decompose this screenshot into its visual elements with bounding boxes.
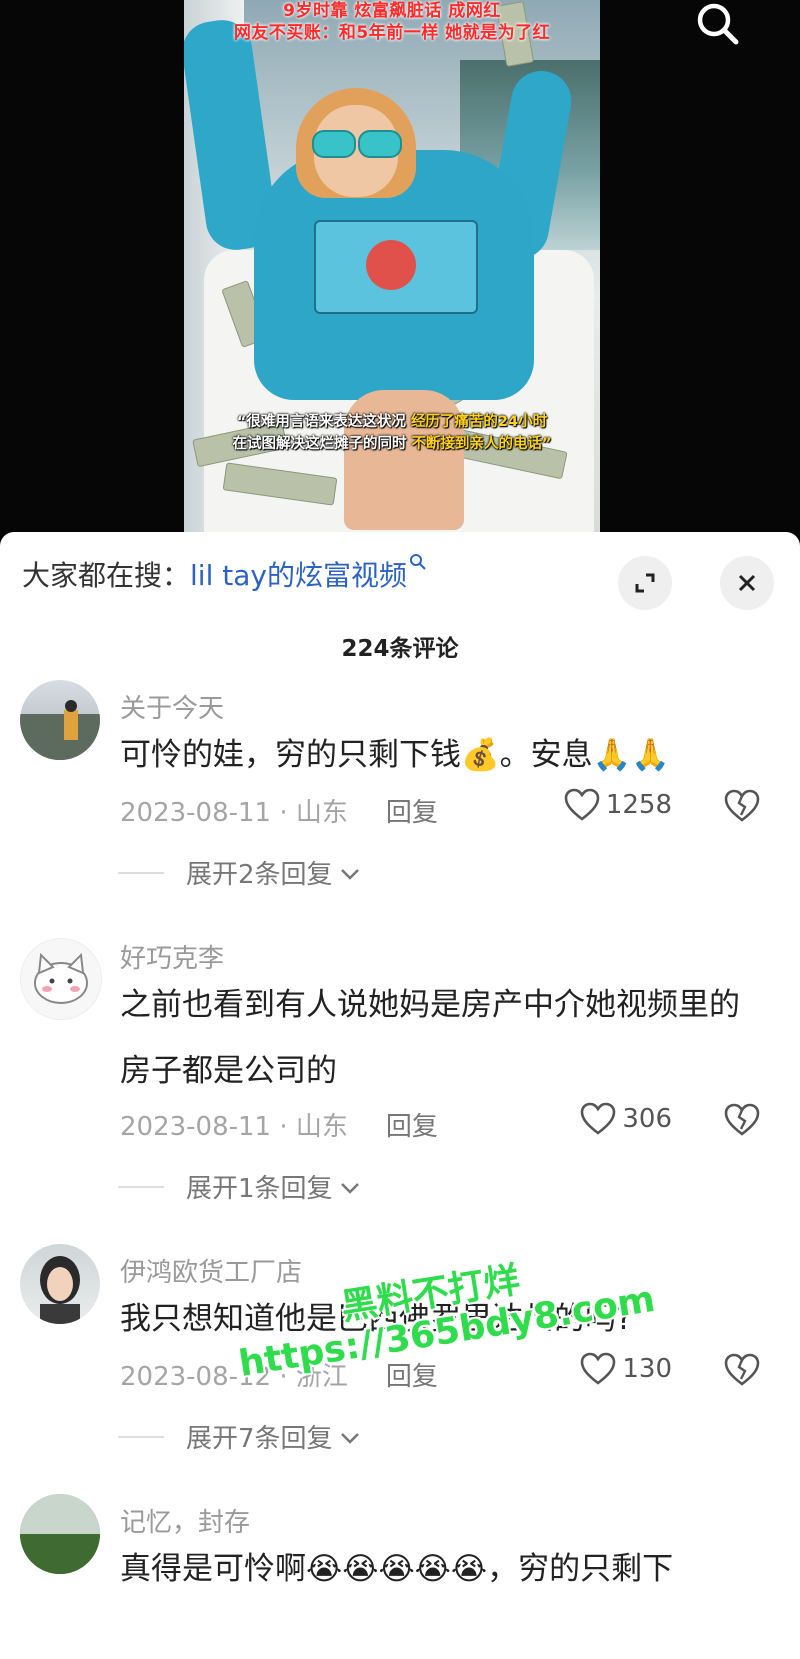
dislike-icon[interactable] <box>724 1352 760 1388</box>
expand-replies-label: 展开7条回复 <box>186 1424 333 1454</box>
hoodie-print <box>314 220 478 314</box>
expand-replies-button[interactable]: 展开7条回复 <box>118 1418 361 1455</box>
heart-icon <box>581 1102 616 1135</box>
comment-username[interactable]: 伊鸿欧货工厂店 <box>120 1252 302 1289</box>
heart-icon <box>581 1352 616 1385</box>
expand-replies-label: 展开1条回复 <box>186 1174 333 1204</box>
comment-date-location: 2023-08-11 · 山东 <box>120 1112 348 1142</box>
trending-search-query[interactable]: lil tay的炫富视频 <box>190 554 407 594</box>
avatar[interactable] <box>20 680 100 760</box>
like-button[interactable]: 130 <box>580 1352 672 1386</box>
dislike-icon[interactable] <box>724 788 760 824</box>
dislike-icon[interactable] <box>724 1102 760 1138</box>
divider-line <box>118 1185 164 1188</box>
like-count: 1258 <box>605 790 672 820</box>
close-icon[interactable] <box>720 556 774 610</box>
comment-date-location: 2023-08-11 · 山东 <box>120 798 348 828</box>
video-caption-line2: 在试图解决这烂摊子的同时 不断接到亲人的电话” <box>232 436 552 452</box>
reply-button[interactable]: 回复 <box>386 1106 438 1143</box>
sunglasses <box>312 130 402 158</box>
comment-meta: 2023-08-11 · 山东 回复 <box>120 1106 438 1143</box>
comment-text: 真得是可怜啊😭😭😭😭😭，穷的只剩下 <box>120 1551 674 1587</box>
video-caption-line1: “很难用言语来表达这状况 经历了痛苦的24小时 <box>236 414 548 430</box>
video-player[interactable]: 9岁时靠 炫富飙脏话 成网红 网友不买账：和5年前一样 她就是为了红 “很难用言… <box>0 0 800 535</box>
avatar[interactable] <box>20 938 102 1020</box>
reply-button[interactable]: 回复 <box>386 792 438 829</box>
heart-icon <box>564 788 600 821</box>
chevron-down-icon <box>339 1422 361 1452</box>
divider-line <box>118 871 164 874</box>
comment-text: 可怜的娃，穷的只剩下钱💰。安息🙏🙏 <box>120 737 670 773</box>
comment-count-title: 224条评论 <box>341 636 459 662</box>
search-icon[interactable] <box>690 0 746 48</box>
video-headline-line2: 网友不买账：和5年前一样 她就是为了红 <box>233 23 551 43</box>
like-count: 130 <box>622 1354 672 1384</box>
like-button[interactable]: 1258 <box>564 788 672 822</box>
avatar[interactable] <box>20 1494 100 1574</box>
comment-username[interactable]: 记忆，封存 <box>120 1502 250 1539</box>
search-small-icon <box>409 553 427 576</box>
comment-sheet: 大家都在搜： lil tay的炫富视频 224条评论 关于今天 可怜的娃，穷的只… <box>0 532 800 1659</box>
expand-replies-button[interactable]: 展开1条回复 <box>118 1168 361 1205</box>
video-frame[interactable]: 9岁时靠 炫富飙脏话 成网红 网友不买账：和5年前一样 她就是为了红 “很难用言… <box>184 0 600 535</box>
avatar[interactable] <box>20 1244 100 1324</box>
divider-line <box>118 1435 164 1438</box>
trending-search-prefix: 大家都在搜： <box>22 559 191 592</box>
expand-icon[interactable] <box>618 556 672 610</box>
comment-meta: 2023-08-11 · 山东 回复 <box>120 792 438 829</box>
comment-text: 之前也看到有人说她妈是房产中介她视频里的房子都是公司的 <box>120 987 740 1089</box>
comment-username[interactable]: 关于今天 <box>120 688 224 725</box>
like-button[interactable]: 306 <box>580 1102 672 1136</box>
expand-replies-button[interactable]: 展开2条回复 <box>118 854 361 891</box>
reply-button[interactable]: 回复 <box>386 1356 438 1393</box>
like-count: 306 <box>622 1104 672 1134</box>
trending-search-link[interactable]: 大家都在搜： lil tay的炫富视频 <box>22 553 427 594</box>
expand-replies-label: 展开2条回复 <box>186 860 333 890</box>
chevron-down-icon <box>339 858 361 888</box>
chevron-down-icon <box>339 1172 361 1202</box>
comment-username[interactable]: 好巧克李 <box>120 938 224 975</box>
